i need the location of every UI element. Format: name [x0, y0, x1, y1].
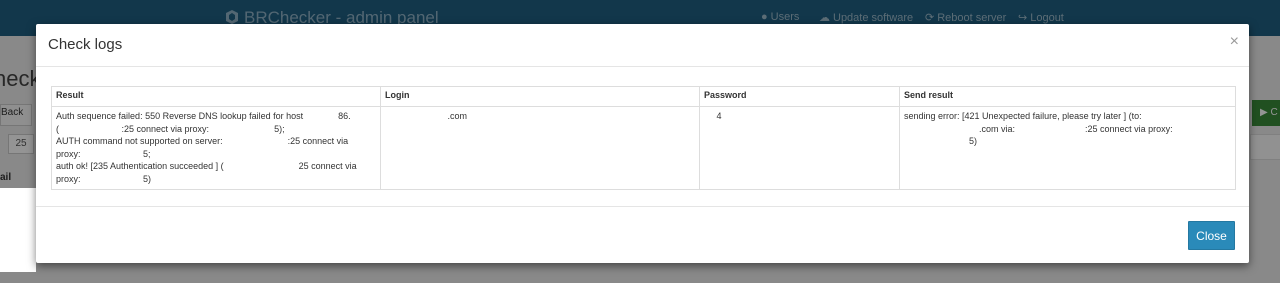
result-line: proxy: 5;: [56, 148, 151, 159]
logs-table-wrapper: Result Login Password Send result Auth s…: [51, 86, 1236, 190]
login-value: .com: [385, 111, 468, 121]
send-result-line: 5): [904, 136, 978, 147]
close-button[interactable]: Close: [1188, 221, 1235, 250]
result-line: Auth sequence failed: 550 Reverse DNS lo…: [56, 111, 351, 121]
modal-header: Check logs ×: [36, 24, 1249, 67]
result-line: auth ok! [235 Authentication succeeded ]…: [56, 161, 357, 172]
password-value: 4: [704, 111, 722, 121]
password-cell: 4: [699, 106, 900, 190]
modal-title: Check logs: [48, 36, 123, 53]
result-line: proxy: 5): [56, 173, 152, 184]
send-result-line: .com via: :25 connect via proxy:: [904, 123, 1173, 134]
check-logs-modal: Check logs × Result Login Password Send …: [36, 24, 1249, 263]
column-header-login: Login: [380, 86, 700, 107]
send-result-line: sending error: [421 Unexpected failure, …: [904, 111, 1142, 121]
column-header-password: Password: [699, 86, 900, 107]
column-header-send-result: Send result: [899, 86, 1236, 107]
login-cell: .com: [380, 106, 700, 190]
result-line: ( :25 connect via proxy: 5);: [56, 123, 285, 134]
result-line: AUTH command not supported on server: :2…: [56, 136, 349, 147]
table-row: Auth sequence failed: 550 Reverse DNS lo…: [51, 106, 1236, 190]
result-cell: Auth sequence failed: 550 Reverse DNS lo…: [51, 106, 381, 190]
table-header-row: Result Login Password Send result: [51, 86, 1236, 107]
column-header-result: Result: [51, 86, 381, 107]
modal-footer: Close: [36, 206, 1249, 264]
send-result-cell: sending error: [421 Unexpected failure, …: [899, 106, 1236, 190]
side-panel: [0, 188, 36, 272]
close-icon[interactable]: ×: [1230, 34, 1239, 50]
logs-table: Result Login Password Send result Auth s…: [51, 86, 1236, 190]
